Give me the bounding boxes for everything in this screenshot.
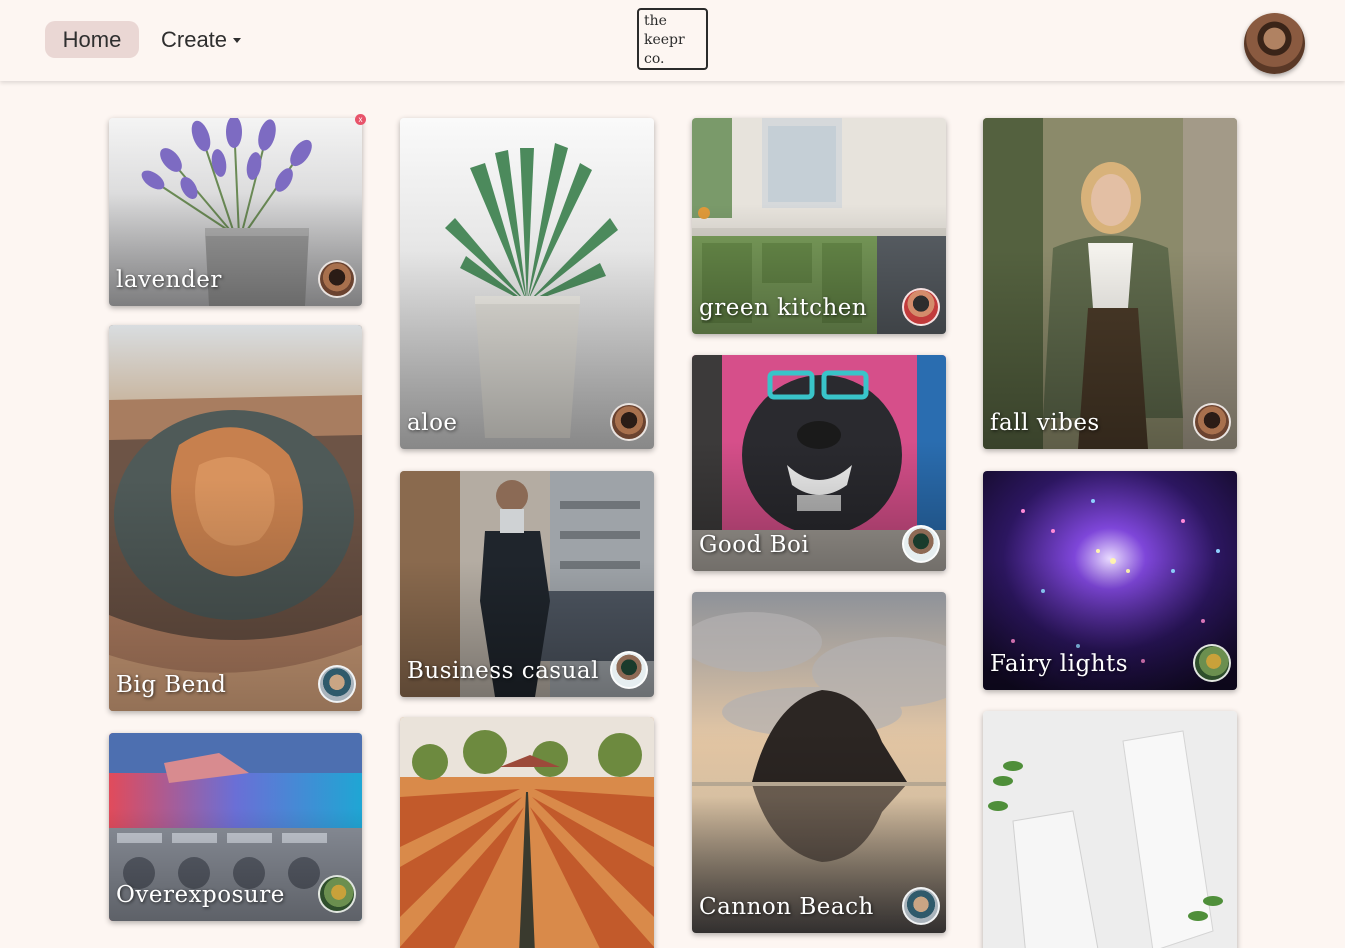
user-avatar-icon[interactable]	[318, 665, 356, 703]
keep-card-cannon-beach[interactable]: Cannon Beach	[692, 592, 946, 933]
keep-card-big-bend[interactable]: Big Bend	[109, 325, 362, 711]
keep-card-fairy-lights[interactable]: Fairy lights	[983, 471, 1237, 690]
keep-title: lavender	[116, 267, 222, 293]
keep-card-green-kitchen[interactable]: green kitchen	[692, 118, 946, 334]
keep-image	[983, 711, 1237, 948]
keep-title: Big Bend	[116, 672, 227, 698]
keep-card-tulips[interactable]	[400, 717, 654, 948]
user-avatar-icon[interactable]	[902, 288, 940, 326]
keep-title: Cannon Beach	[699, 894, 874, 920]
keep-card-fall-vibes[interactable]: fall vibes	[983, 118, 1237, 449]
site-logo[interactable]: the keepr co.	[637, 8, 708, 70]
keep-card-boxed-water[interactable]	[983, 711, 1237, 948]
keep-title: Business casual	[407, 658, 599, 684]
profile-avatar[interactable]	[1244, 13, 1305, 74]
home-button[interactable]: Home	[45, 21, 139, 58]
user-avatar-icon[interactable]	[610, 403, 648, 441]
create-dropdown[interactable]: Create	[161, 21, 242, 58]
delete-icon[interactable]: x	[355, 114, 366, 125]
logo-line: co.	[644, 51, 665, 67]
user-avatar-icon[interactable]	[902, 887, 940, 925]
keep-image	[400, 717, 654, 948]
keep-title: aloe	[407, 410, 458, 436]
keep-card-good-boi[interactable]: Good Boi	[692, 355, 946, 571]
keep-card-business-casual[interactable]: Business casual	[400, 471, 654, 697]
user-avatar-icon[interactable]	[1193, 403, 1231, 441]
logo-line: the	[644, 13, 667, 29]
keep-title: Good Boi	[699, 532, 810, 558]
keep-title: Fairy lights	[990, 651, 1129, 677]
user-avatar-icon[interactable]	[318, 260, 356, 298]
user-avatar-icon[interactable]	[1193, 644, 1231, 682]
keep-card-aloe[interactable]: aloe	[400, 118, 654, 449]
chevron-down-icon	[233, 37, 242, 43]
user-avatar-icon[interactable]	[318, 875, 356, 913]
keep-title: Overexposure	[116, 882, 285, 908]
keep-title: green kitchen	[699, 295, 868, 321]
keep-title: fall vibes	[990, 410, 1100, 436]
keep-card-overexposure[interactable]: Overexposure	[109, 733, 362, 921]
user-avatar-icon[interactable]	[610, 651, 648, 689]
user-avatar-icon[interactable]	[902, 525, 940, 563]
top-navbar: Home Create the keepr co.	[0, 0, 1345, 81]
keep-card-lavender[interactable]: lavender	[109, 118, 362, 306]
logo-line: keepr	[644, 32, 685, 48]
create-label: Create	[161, 27, 228, 52]
